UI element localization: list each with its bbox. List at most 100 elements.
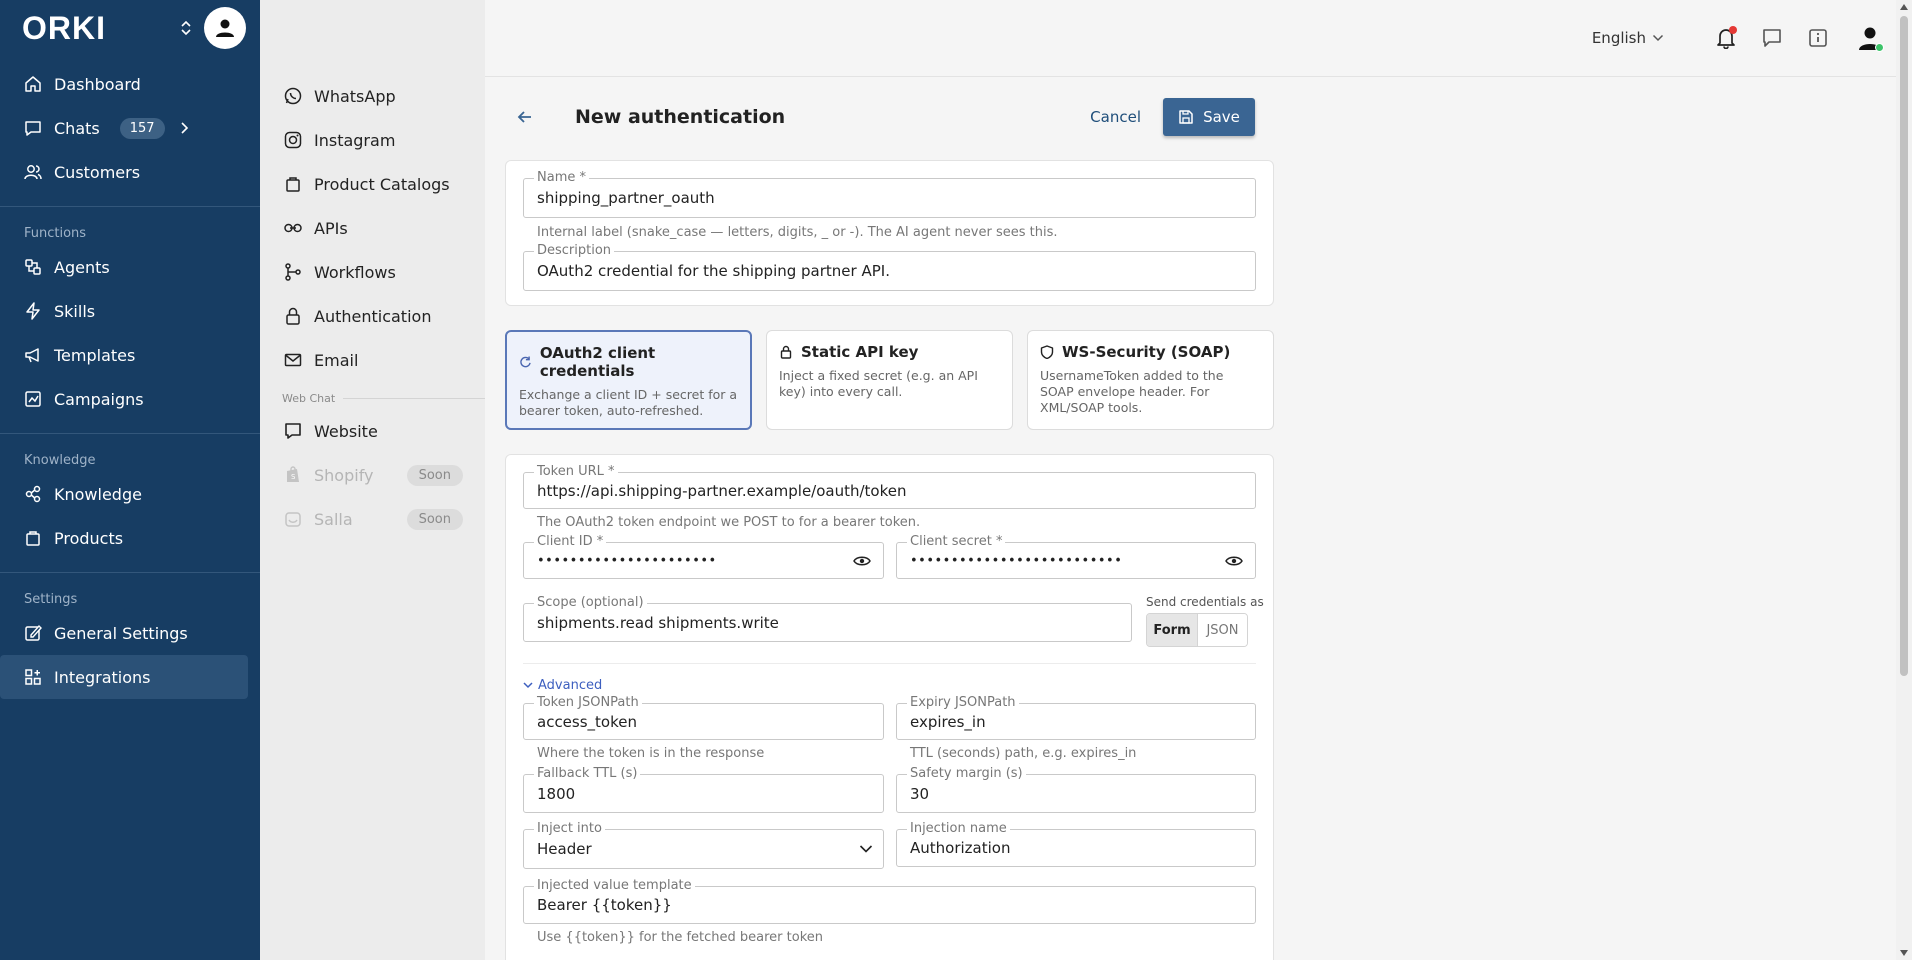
token-url-field[interactable]: Token URL * https://api.shipping-partner… xyxy=(523,464,1256,509)
auth-type-static-api-key[interactable]: Static API key Inject a fixed secret (e.… xyxy=(766,330,1013,430)
subnav-whatsapp[interactable]: WhatsApp xyxy=(260,74,485,118)
advanced-toggle[interactable]: Advanced xyxy=(523,678,602,693)
subnav-label: Email xyxy=(314,350,359,370)
main-sidebar: ORKI Dashboard Chats 157 Customers Funct… xyxy=(0,0,260,960)
subnav-product-catalogs[interactable]: Product Catalogs xyxy=(260,162,485,206)
whatsapp-icon xyxy=(282,85,304,107)
token-jsonpath-field[interactable]: Token JSONPath access_token xyxy=(523,695,884,740)
scrollbar-thumb[interactable] xyxy=(1900,16,1908,676)
send-as-json-option[interactable]: JSON xyxy=(1197,614,1247,646)
nav-templates[interactable]: Templates xyxy=(0,333,260,377)
token-jsonpath-value: access_token xyxy=(537,712,637,731)
name-value: shipping_partner_oauth xyxy=(537,189,715,207)
template-helper: Use {{token}} for the fetched bearer tok… xyxy=(537,930,824,945)
subnav-workflows[interactable]: Workflows xyxy=(260,250,485,294)
nav-label: Knowledge xyxy=(54,484,142,504)
nav-general-settings[interactable]: General Settings xyxy=(0,611,260,655)
save-button[interactable]: Save xyxy=(1163,98,1255,136)
description-label: Description xyxy=(534,243,615,259)
chat-icon xyxy=(22,117,44,139)
nav-chats[interactable]: Chats 157 xyxy=(0,106,260,150)
soon-badge: Soon xyxy=(406,508,463,530)
send-credentials-label: Send credentials as xyxy=(1146,595,1264,609)
fallback-ttl-field[interactable]: Fallback TTL (s) 1800 xyxy=(523,766,884,813)
bag-icon xyxy=(22,527,44,549)
auth-type-oauth2[interactable]: OAuth2 client credentials Exchange a cli… xyxy=(505,330,752,430)
subnav-instagram[interactable]: Instagram xyxy=(260,118,485,162)
megaphone-icon xyxy=(22,344,44,366)
expiry-jsonpath-helper: TTL (seconds) path, e.g. expires_in xyxy=(910,746,1137,761)
nav-knowledge[interactable]: Knowledge xyxy=(0,472,260,516)
send-as-form-option[interactable]: Form xyxy=(1147,614,1197,646)
nav-skills[interactable]: Skills xyxy=(0,289,260,333)
workflow-icon xyxy=(282,261,304,283)
cancel-button[interactable]: Cancel xyxy=(1090,108,1141,126)
top-bar: English xyxy=(485,0,1912,77)
eye-icon[interactable] xyxy=(853,555,871,567)
lock-icon xyxy=(780,345,792,359)
back-button[interactable] xyxy=(509,101,541,133)
scroll-down-arrow[interactable] xyxy=(1900,950,1908,956)
nav-dashboard[interactable]: Dashboard xyxy=(0,62,260,106)
section-line xyxy=(343,398,485,399)
expiry-jsonpath-label: Expiry JSONPath xyxy=(907,695,1019,711)
nav-agents[interactable]: Agents xyxy=(0,245,260,289)
token-url-label: Token URL * xyxy=(534,464,618,480)
website-chat-icon xyxy=(282,420,304,442)
name-field[interactable]: Name * shipping_partner_oauth xyxy=(523,170,1256,218)
notifications-button[interactable] xyxy=(1712,24,1740,52)
users-icon xyxy=(22,161,44,183)
safety-margin-field[interactable]: Safety margin (s) 30 xyxy=(896,766,1256,813)
nav-label: General Settings xyxy=(54,623,188,643)
subnav-authentication[interactable]: Authentication xyxy=(260,294,485,338)
sidebar-divider xyxy=(0,206,260,207)
workspace-avatar[interactable] xyxy=(204,7,246,49)
injection-name-field[interactable]: Injection name Authorization xyxy=(896,821,1256,867)
info-button[interactable] xyxy=(1804,24,1832,52)
scope-field[interactable]: Scope (optional) shipments.read shipment… xyxy=(523,595,1132,642)
notification-dot xyxy=(1729,26,1737,34)
advanced-label: Advanced xyxy=(538,678,603,693)
client-secret-field[interactable]: Client secret * ••••••••••••••••••••••••… xyxy=(896,534,1256,579)
online-status-dot xyxy=(1875,43,1884,52)
nav-integrations[interactable]: Integrations xyxy=(0,655,248,699)
auth-type-desc: Exchange a client ID + secret for a bear… xyxy=(519,387,738,418)
messages-button[interactable] xyxy=(1758,24,1786,52)
safety-margin-value: 30 xyxy=(910,784,930,803)
auth-type-ws-security[interactable]: WS-Security (SOAP) UsernameToken added t… xyxy=(1027,330,1274,430)
inject-into-select[interactable]: Inject into Header xyxy=(523,821,884,869)
nav-customers[interactable]: Customers xyxy=(0,150,260,194)
subnav-label: APIs xyxy=(314,218,348,238)
description-field[interactable]: Description OAuth2 credential for the sh… xyxy=(523,243,1256,291)
client-id-field[interactable]: Client ID * •••••••••••••••••••••• xyxy=(523,534,884,579)
subnav-apis[interactable]: APIs xyxy=(260,206,485,250)
nav-label: Dashboard xyxy=(54,74,141,94)
user-menu-button[interactable] xyxy=(1856,24,1884,52)
nav-label: Skills xyxy=(54,301,96,321)
inject-into-label: Inject into xyxy=(534,821,605,837)
scope-value: shipments.read shipments.write xyxy=(537,613,779,632)
salla-icon xyxy=(282,508,304,530)
page-scrollbar[interactable] xyxy=(1896,0,1912,960)
injection-name-value: Authorization xyxy=(910,839,1011,857)
eye-icon[interactable] xyxy=(1225,555,1243,567)
main-content: New authentication Cancel Save Name * sh… xyxy=(485,78,1896,960)
svg-text:S: S xyxy=(291,473,296,481)
soon-badge: Soon xyxy=(406,464,463,486)
scroll-up-arrow[interactable] xyxy=(1900,4,1908,10)
nav-products[interactable]: Products xyxy=(0,516,260,560)
subnav-email[interactable]: Email xyxy=(260,338,485,382)
agents-icon xyxy=(22,256,44,278)
language-selector[interactable]: English xyxy=(1592,29,1664,47)
workspace-switch-icon[interactable] xyxy=(180,20,192,36)
home-icon xyxy=(22,73,44,95)
chevron-right-icon[interactable] xyxy=(179,121,189,135)
subnav-website[interactable]: Website xyxy=(260,409,485,453)
save-disk-icon xyxy=(1179,110,1193,124)
api-link-icon xyxy=(282,217,304,239)
name-label: Name * xyxy=(534,170,589,186)
nav-campaigns[interactable]: Campaigns xyxy=(0,377,260,421)
expiry-jsonpath-field[interactable]: Expiry JSONPath expires_in xyxy=(896,695,1256,740)
edit-settings-icon xyxy=(22,622,44,644)
injected-value-template-field[interactable]: Injected value template Bearer {{token}} xyxy=(523,878,1256,924)
